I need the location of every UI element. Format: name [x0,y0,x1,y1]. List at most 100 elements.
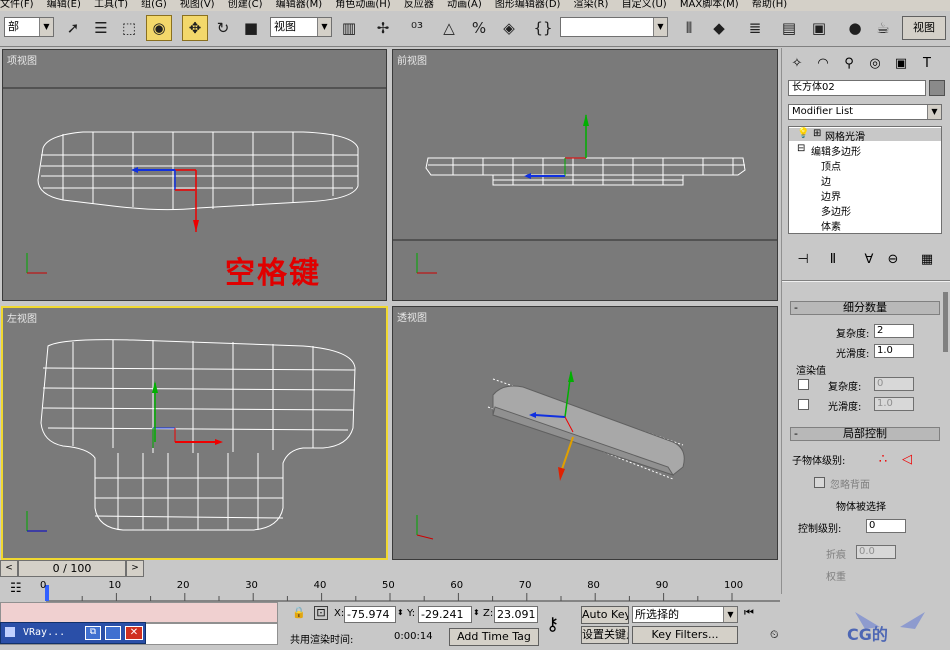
percent-snap-icon[interactable]: % [466,15,492,41]
expand-icon[interactable]: ⊞ [813,128,821,139]
control-level-spinner[interactable]: 0 [866,519,906,533]
z-coordinate-field[interactable]: 23.091 [494,606,538,623]
select-move-icon[interactable]: ✥ [182,15,208,41]
configure-sets-icon[interactable]: ▦ [916,248,938,270]
render-iterations-checkbox[interactable] [798,379,809,390]
menu-group[interactable]: 组(G) [141,0,167,10]
pin-stack-icon[interactable]: ⊣ [792,248,814,270]
named-selection-dropdown[interactable]: ▼ [560,17,668,37]
time-slider-thumb[interactable]: 0 / 100 [18,560,126,577]
collapse-icon[interactable]: ⊟ [797,143,805,154]
pivot-center-icon[interactable]: ▥ [336,15,362,41]
select-arrow-icon[interactable]: ➚ [60,15,86,41]
object-color-swatch[interactable] [929,80,945,96]
rect-selection-icon[interactable]: ⬚ [116,15,142,41]
set-key-button[interactable]: 设置关键点 [581,626,629,644]
menu-edit[interactable]: 编辑(E) [47,0,81,10]
viewport-top[interactable]: 项视图 空格键 [2,49,387,301]
menu-tools[interactable]: 工具(T) [94,0,128,10]
render-iterations-spinner[interactable]: 0 [874,377,914,391]
taskbar-window[interactable]: VRay... ⧉ ✕ [0,622,146,644]
material-editor-icon[interactable]: ● [842,15,868,41]
maximize-icon[interactable] [105,626,121,640]
select-scale-icon[interactable]: ■ [238,15,264,41]
stack-item-vertex[interactable]: 顶点 [821,158,841,173]
create-tab-icon[interactable]: ✧ [786,52,808,74]
modifier-list-dropdown[interactable]: Modifier List ▼ [788,104,942,120]
spinner-icon[interactable]: ⬍ [473,608,480,617]
absolute-mode-icon[interactable]: ⊡ [314,606,328,620]
menu-modifiers[interactable]: 编辑器(M) [276,0,322,10]
viewport-perspective[interactable]: 透视图 [392,306,778,560]
rollout-local-control[interactable]: - 局部控制 [790,427,940,441]
track-bar[interactable]: ☷ 0 10 20 30 40 50 60 70 80 90 100 [0,579,780,602]
manipulate-icon[interactable]: ✢ [370,15,396,41]
menu-character[interactable]: 角色动画(H) [335,0,390,10]
spinner-snap-icon[interactable]: ◈ [496,15,522,41]
mirror-icon[interactable]: ⫴ [676,15,702,41]
menu-reactor[interactable]: 反应器 [404,0,434,10]
lock-selection-icon[interactable]: 🔒 [292,606,306,620]
auto-key-button[interactable]: Auto Key [581,606,629,624]
window-crossing-icon[interactable]: ◉ [146,15,172,41]
smoothness-spinner[interactable]: 1.0 [874,344,914,358]
select-by-name-icon[interactable]: ☰ [88,15,114,41]
key-filters-button[interactable]: Key Filters... [632,626,738,644]
restore-icon[interactable]: ⧉ [85,626,101,640]
layer-manager-icon[interactable]: ≣ [742,15,768,41]
stack-item-meshsmooth-row[interactable] [789,128,941,141]
panel-scrollbar[interactable] [943,292,948,352]
angle-snap-icon[interactable]: △ [436,15,462,41]
make-unique-icon[interactable]: ∀ [858,248,880,270]
edit-named-selection-icon[interactable]: {} [530,15,556,41]
stack-item-element[interactable]: 体素 [821,218,841,233]
maxscript-listener-mini[interactable] [0,602,278,623]
select-rotate-icon[interactable]: ↻ [210,15,236,41]
stack-item-edge[interactable]: 边 [821,173,831,188]
rollout-subdivision[interactable]: - 细分数量 [790,301,940,315]
modify-tab-icon[interactable]: ◠ [812,52,834,74]
selection-set-dropdown[interactable]: 所选择的 ▼ [632,606,738,623]
next-frame-icon[interactable]: > [126,560,144,577]
time-config-icon[interactable]: ⏲ [770,628,779,642]
show-end-result-icon[interactable]: Ⅱ [822,248,844,270]
display-tab-icon[interactable]: ▣ [890,52,912,74]
close-icon[interactable]: ✕ [125,626,143,640]
ignore-backfacing-checkbox[interactable] [814,477,825,488]
crease-spinner[interactable]: 0.0 [856,545,896,559]
motion-tab-icon[interactable]: ◎ [864,52,886,74]
menu-animation[interactable]: 动画(A) [447,0,482,10]
selection-filter-dropdown[interactable]: 部 ▼ [4,17,54,37]
view-button[interactable]: 视图 [902,16,946,40]
menu-customize[interactable]: 自定义(U) [622,0,667,10]
render-scene-icon[interactable]: ☕ [870,15,896,41]
menu-view[interactable]: 视图(V) [180,0,215,10]
stack-item-border[interactable]: 边界 [821,188,841,203]
viewport-front[interactable]: 前视图 [392,49,778,301]
stack-item-meshsmooth[interactable]: 网格光滑 [825,128,865,143]
x-coordinate-field[interactable]: -75.974 [344,606,396,623]
menu-create[interactable]: 创建(C) [228,0,263,10]
y-coordinate-field[interactable]: -29.241 [418,606,472,623]
spinner-icon[interactable]: ⬍ [397,608,404,617]
go-to-start-icon[interactable]: ⏮ [744,606,754,620]
menu-rendering[interactable]: 渲染(R) [574,0,609,10]
hierarchy-tab-icon[interactable]: ⚲ [838,52,860,74]
menu-graph-editors[interactable]: 图形编辑器(D) [495,0,561,10]
snap-3d-icon[interactable]: ⁰³ [404,15,430,41]
stack-item-edit-poly[interactable]: 编辑多边形 [811,143,861,158]
utilities-tab-icon[interactable]: T [916,52,938,74]
reference-coordinate-dropdown[interactable]: 视图 ▼ [270,17,332,37]
add-time-tag-button[interactable]: Add Time Tag [449,628,539,646]
schematic-view-icon[interactable]: ▣ [806,15,832,41]
vertex-level-icon[interactable]: ∴ [872,448,894,470]
object-name-field[interactable]: 长方体02 [788,80,926,96]
curve-editor-icon[interactable]: ▤ [776,15,802,41]
remove-modifier-icon[interactable]: ⊖ [882,248,904,270]
render-smoothness-spinner[interactable]: 1.0 [874,397,914,411]
menu-help[interactable]: 帮助(H) [752,0,787,10]
lightbulb-icon[interactable]: 💡 [797,128,809,139]
viewport-left[interactable]: 左视图 [1,306,388,560]
prev-frame-icon[interactable]: < [0,560,18,577]
stack-item-polygon[interactable]: 多边形 [821,203,851,218]
